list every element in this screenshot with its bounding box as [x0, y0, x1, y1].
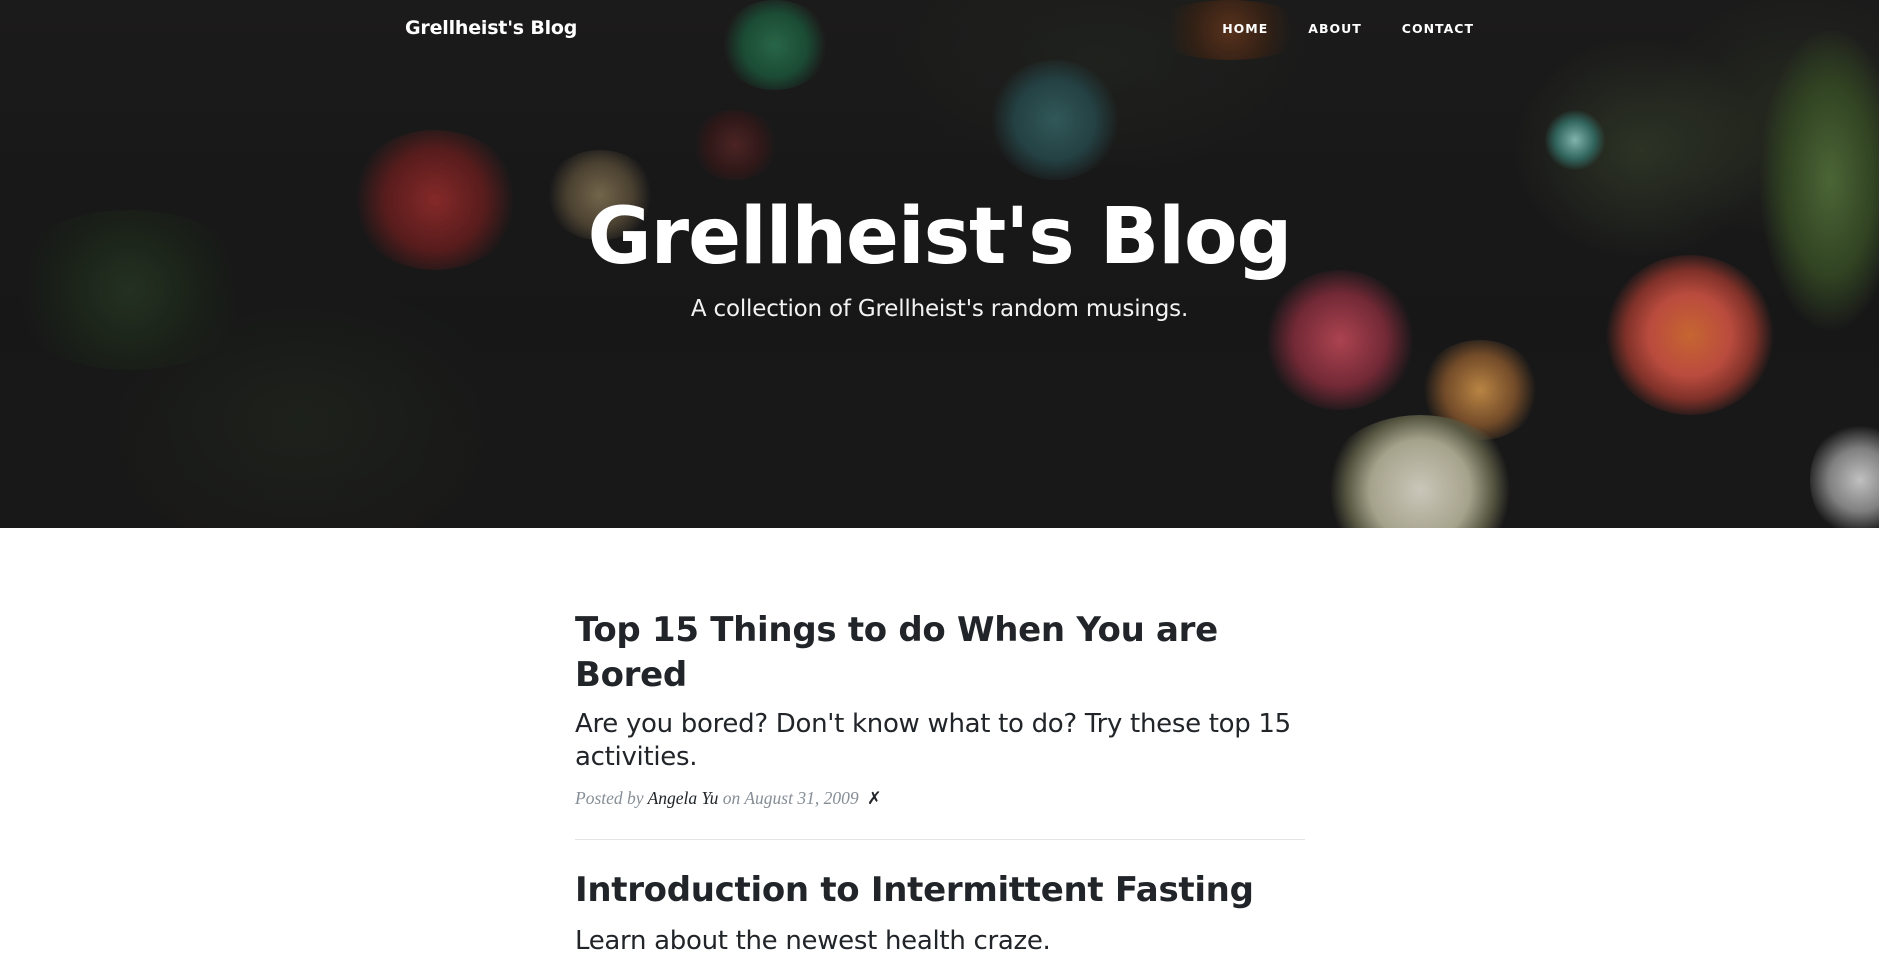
post-divider: [575, 839, 1305, 840]
post-author-link[interactable]: Angela Yu: [648, 788, 719, 808]
main-nav: HOME ABOUT CONTACT: [1182, 21, 1474, 36]
site-subheading: A collection of Grellheist's random musi…: [690, 296, 1189, 322]
nav-link-about[interactable]: ABOUT: [1308, 21, 1362, 36]
site-title: Grellheist's Blog: [587, 192, 1293, 282]
post-title: Top 15 Things to do When You are Bored: [575, 610, 1218, 695]
post-meta-prefix: Posted by: [575, 788, 644, 808]
site-heading: Grellheist's Blog A collection of Grellh…: [0, 198, 1879, 322]
post-title: Introduction to Intermittent Fasting: [575, 870, 1254, 910]
post-preview: Top 15 Things to do When You are Bored A…: [575, 608, 1305, 809]
delete-post-icon[interactable]: ✗: [867, 788, 882, 808]
post-subtitle: Learn about the newest health craze.: [575, 926, 1051, 956]
post-list: Top 15 Things to do When You are Bored A…: [575, 608, 1305, 958]
post-date: August 31, 2009: [744, 788, 859, 808]
post-subtitle: Are you bored? Don't know what to do? Tr…: [575, 709, 1291, 772]
nav-link-contact[interactable]: CONTACT: [1402, 21, 1474, 36]
post-link[interactable]: Introduction to Intermittent Fasting Lea…: [575, 868, 1305, 958]
post-preview: Introduction to Intermittent Fasting Lea…: [575, 868, 1305, 958]
post-meta: Posted by Angela Yu on August 31, 2009 ✗: [575, 788, 1305, 809]
nav-link-home[interactable]: HOME: [1222, 21, 1268, 36]
post-meta-on: on: [722, 788, 741, 808]
navbar-brand[interactable]: Grellheist's Blog: [405, 17, 577, 39]
post-link[interactable]: Top 15 Things to do When You are Bored A…: [575, 608, 1305, 774]
masthead: Grellheist's Blog HOME ABOUT CONTACT Gre…: [0, 0, 1879, 528]
